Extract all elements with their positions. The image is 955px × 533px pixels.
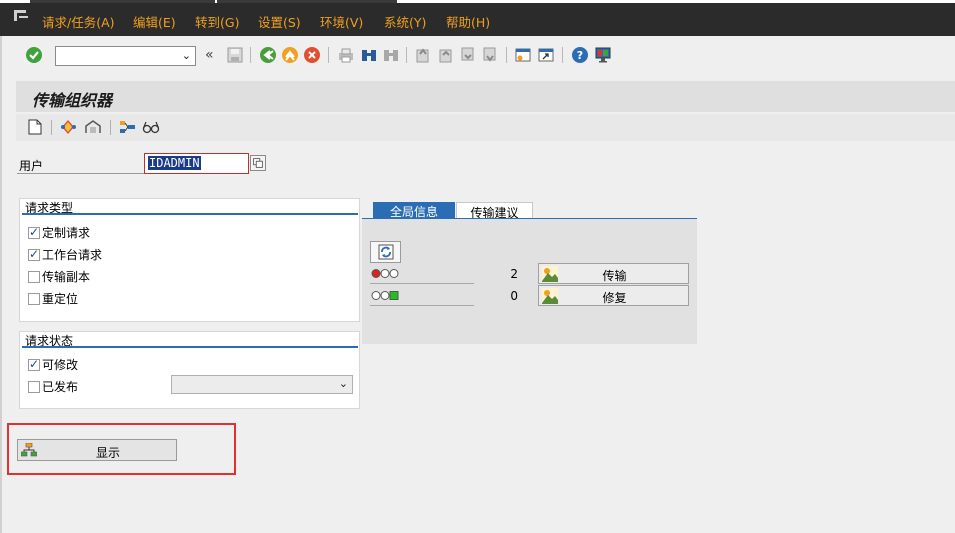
relocation-checkbox[interactable]: [28, 293, 40, 305]
window-menu-icon[interactable]: [14, 10, 28, 22]
workbench-request-checkbox[interactable]: [28, 247, 40, 261]
create-document-icon[interactable]: [28, 119, 42, 135]
refresh-button[interactable]: [370, 241, 401, 263]
new-session-icon[interactable]: [514, 46, 532, 64]
repair-button-label: 修复: [602, 291, 627, 305]
transport-copy-checkbox[interactable]: [28, 271, 40, 283]
transport-overview-icon[interactable]: [60, 119, 77, 135]
user-label: 用户: [19, 159, 44, 173]
tab-transport-proposal[interactable]: 传输建议: [456, 202, 533, 220]
workbench-request-label: 工作台请求: [42, 248, 103, 262]
count-repair: 0: [510, 289, 518, 303]
released-date-select[interactable]: ⌄: [171, 375, 353, 394]
traffic-light-red-icon: [371, 269, 399, 278]
menu-settings[interactable]: 设置(S): [258, 12, 301, 31]
multiple-selection-icon[interactable]: [250, 155, 266, 171]
traffic-light-green-icon: [371, 291, 399, 300]
transport-copy-label: 传输副本: [42, 270, 91, 284]
menu-help[interactable]: 帮助(H): [446, 12, 490, 31]
user-input-value: IDADMIN: [148, 156, 201, 170]
previous-page-icon[interactable]: [437, 46, 455, 64]
display-button[interactable]: 显示: [17, 439, 177, 461]
title-bar: 传输组织器: [16, 81, 955, 112]
find-next-icon[interactable]: [382, 46, 400, 64]
group-divider: [22, 346, 358, 348]
customize-layout-icon[interactable]: [594, 46, 612, 64]
user-input[interactable]: IDADMIN: [144, 153, 249, 174]
refresh-icon: [378, 244, 394, 260]
transport-route-icon[interactable]: [84, 119, 102, 135]
enter-check-icon[interactable]: [25, 46, 43, 64]
command-field[interactable]: ⌄: [55, 46, 196, 66]
find-icon[interactable]: [360, 46, 378, 64]
window-top-strip: [0, 0, 955, 3]
tab-global-info[interactable]: 全局信息: [373, 202, 455, 219]
first-page-icon[interactable]: [414, 46, 432, 64]
repair-button[interactable]: 修复: [538, 285, 689, 306]
transport-button[interactable]: 传输: [538, 263, 689, 284]
chevron-down-icon[interactable]: ⌄: [339, 377, 348, 390]
relocation-label: 重定位: [42, 292, 79, 306]
option-transport-copy[interactable]: 传输副本: [28, 268, 90, 285]
help-icon[interactable]: ?: [571, 46, 589, 64]
print-icon[interactable]: [337, 46, 355, 64]
menu-edit[interactable]: 编辑(E): [133, 12, 176, 31]
request-status-group: 请求状态 可修改 已发布 ⌄: [19, 331, 360, 409]
option-workbench-request[interactable]: 工作台请求: [28, 246, 102, 263]
custom-request-checkbox[interactable]: [28, 225, 40, 239]
menu-bar: 请求/任务(A) 编辑(E) 转到(G) 设置(S) 环境(V) 系统(Y) 帮…: [0, 0, 955, 36]
group-divider: [22, 213, 358, 215]
page-title: 传输组织器: [32, 91, 113, 110]
standard-toolbar: ⌄ « ?: [0, 36, 955, 76]
settings-tree-icon[interactable]: [119, 119, 136, 135]
modifiable-label: 可修改: [42, 358, 79, 372]
released-checkbox[interactable]: [28, 381, 40, 393]
menu-environment[interactable]: 环境(V): [320, 12, 363, 31]
menu-goto[interactable]: 转到(G): [195, 12, 239, 31]
request-type-group: 请求类型 定制请求 工作台请求 传输副本 重定位: [19, 198, 360, 322]
application-toolbar: [16, 114, 955, 141]
released-label: 已发布: [42, 380, 79, 394]
chevron-down-icon[interactable]: ⌄: [182, 49, 191, 62]
menu-request-task[interactable]: 请求/任务(A): [42, 12, 115, 31]
row-divider: [370, 283, 474, 284]
count-transport: 2: [510, 267, 518, 281]
display-glasses-icon[interactable]: [142, 119, 160, 135]
last-page-icon[interactable]: [481, 46, 499, 64]
shortcut-icon[interactable]: [537, 46, 555, 64]
row-divider: [370, 305, 474, 306]
back-icon[interactable]: [259, 46, 277, 64]
exit-icon[interactable]: [281, 46, 299, 64]
option-relocation[interactable]: 重定位: [28, 290, 78, 307]
option-released[interactable]: 已发布: [28, 378, 78, 395]
option-custom-request[interactable]: 定制请求: [28, 224, 90, 241]
user-label-underline: [17, 173, 147, 174]
menu-system[interactable]: 系统(Y): [384, 12, 426, 31]
collapse-command-icon[interactable]: «: [205, 47, 214, 63]
save-icon[interactable]: [226, 46, 244, 64]
custom-request-label: 定制请求: [42, 226, 91, 240]
option-modifiable[interactable]: 可修改: [28, 356, 78, 373]
window-left-edge: [0, 36, 2, 533]
transport-button-label: 传输: [602, 269, 627, 283]
next-page-icon[interactable]: [459, 46, 477, 64]
modifiable-checkbox[interactable]: [28, 357, 40, 371]
svg-text:?: ?: [577, 49, 583, 62]
cancel-icon[interactable]: [303, 46, 321, 64]
display-button-label: 显示: [95, 446, 120, 460]
